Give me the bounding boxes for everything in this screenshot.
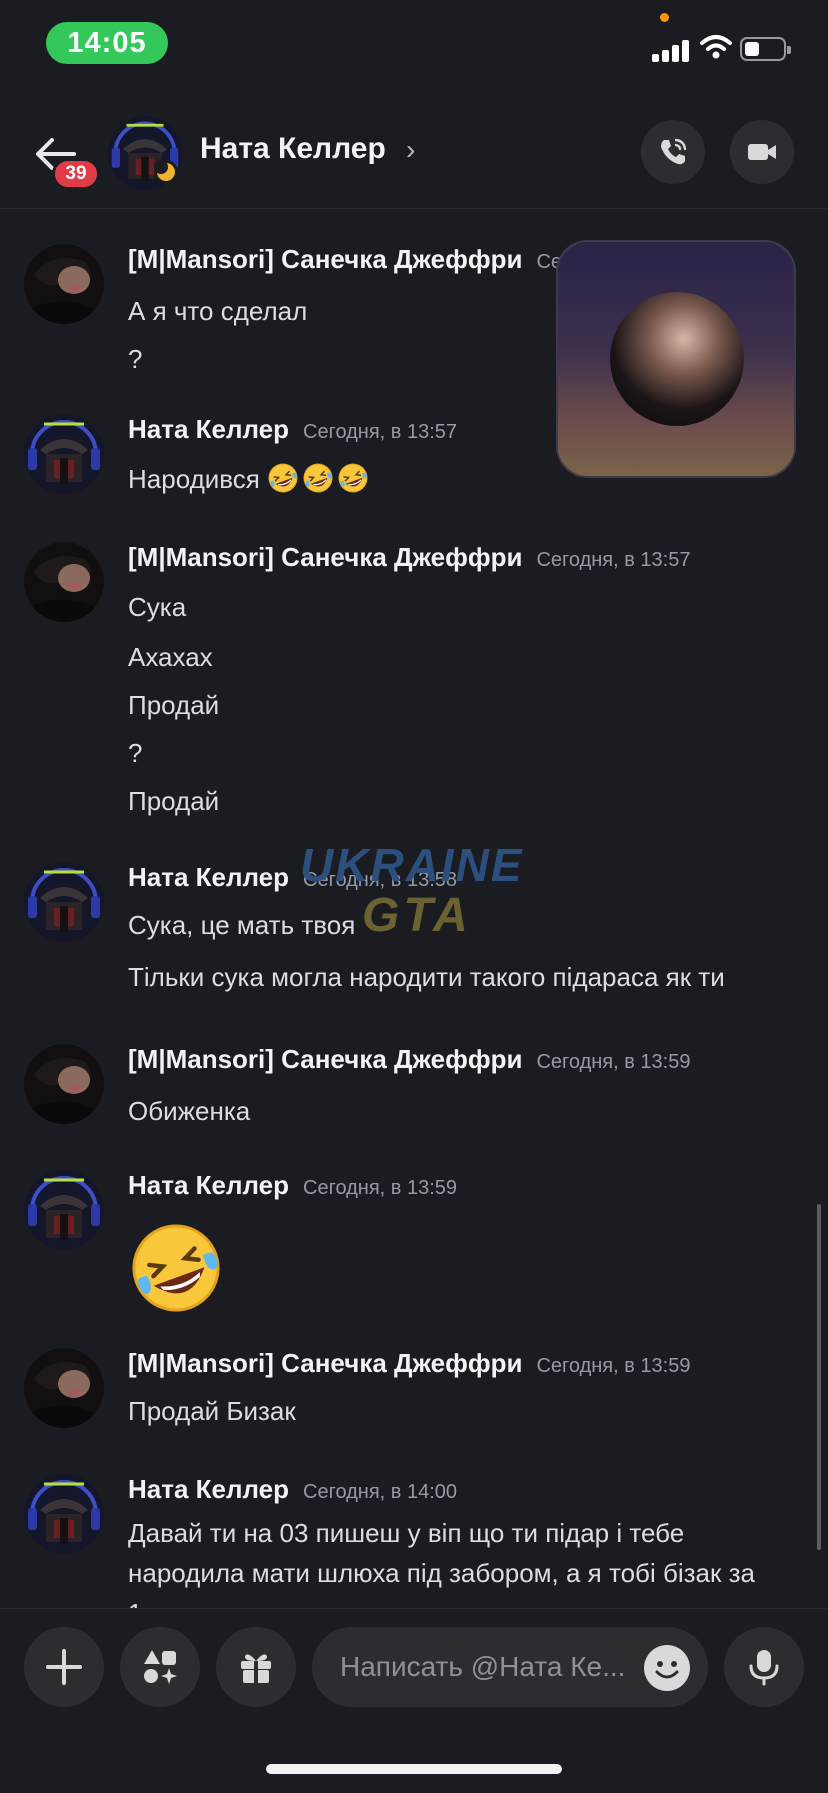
call-pip-window[interactable] [556, 240, 796, 478]
laughing-emoji-icon [337, 462, 369, 494]
message-timestamp: Сегодня, в 14:00 [303, 1481, 458, 1503]
scrollbar[interactable] [817, 1204, 821, 1550]
apps-icon [144, 1650, 177, 1684]
avatar[interactable] [24, 1474, 104, 1554]
wifi-icon [700, 35, 732, 59]
emoji-icon [655, 1661, 679, 1679]
message-text: Продай Бизак [128, 1396, 296, 1426]
battery-icon [740, 37, 791, 61]
message-author[interactable]: [M|Mansori] Санечка Джеффри Сегодня, в 13… [128, 542, 690, 573]
message-author[interactable]: Ната Келлер Сегодня, в 14:00 [128, 1474, 457, 1505]
message-text: Давай ти на 03 пишеш у віп що ти підар і… [128, 1518, 685, 1548]
message-timestamp: Сегодня, в 13:57 [303, 421, 458, 443]
voice-call-icon [661, 138, 687, 165]
message-author[interactable]: Ната Келлер Сегодня, в 13:59 [128, 1170, 457, 1201]
message-timestamp: Сегодня, в 13:57 [536, 549, 691, 571]
laughing-emoji-icon [267, 462, 299, 494]
message-text: ? [128, 344, 143, 374]
header-title[interactable]: Ната Келлер [200, 132, 386, 166]
avatar[interactable] [24, 862, 104, 942]
unread-badge: 39 [52, 158, 100, 190]
voice-call-button[interactable] [641, 120, 705, 184]
home-indicator[interactable] [266, 1764, 562, 1774]
avatar[interactable] [24, 1348, 104, 1428]
voice-message-button[interactable] [724, 1627, 804, 1707]
signal-icon [652, 38, 692, 62]
message-author[interactable]: [M|Mansori] Санечка Джеффри Се [128, 244, 562, 275]
privacy-indicator-dot [660, 13, 669, 22]
message-text: Тільки сука могла народити такого підара… [128, 962, 725, 992]
avatar[interactable] [24, 1044, 104, 1124]
idle-status-icon [154, 160, 178, 184]
avatar[interactable] [24, 1170, 104, 1250]
message-text: Продай [128, 690, 220, 720]
message-text: 1грн [128, 1598, 181, 1608]
chevron-right-icon[interactable]: › [406, 134, 415, 166]
plus-icon [46, 1649, 82, 1685]
laughing-emoji-icon [128, 1220, 224, 1316]
message-text: А я что сделал [128, 296, 308, 326]
message-author[interactable]: Ната Келлер Сегодня, в 13:57 [128, 414, 457, 445]
apps-button[interactable] [120, 1627, 200, 1707]
avatar[interactable] [24, 244, 104, 324]
message-text: народила мати шлюха під забором, а я тоб… [128, 1558, 755, 1588]
message-input[interactable]: Написать @Ната Ке... [312, 1627, 708, 1707]
avatar[interactable] [24, 542, 104, 622]
message-text: Сука [128, 592, 187, 622]
message-text: Народився [128, 462, 372, 495]
status-bar: 14:05 [0, 0, 828, 90]
status-time: 14:05 [46, 22, 168, 64]
message-text: Сука, це мать твоя [128, 910, 356, 940]
message-text: Обиженка [128, 1096, 251, 1126]
message-author[interactable]: [M|Mansori] Санечка Джеффри Сегодня, в 13… [128, 1044, 690, 1075]
gift-button[interactable] [216, 1627, 296, 1707]
message-timestamp: Сегодня, в 13:59 [303, 1177, 458, 1199]
avatar[interactable] [24, 414, 104, 494]
video-call-icon [748, 144, 776, 160]
add-attachment-button[interactable] [24, 1627, 104, 1707]
message-author[interactable]: Ната Келлер Сегодня, в 13:58 [128, 862, 457, 893]
emoji-button[interactable] [644, 1645, 690, 1691]
message-timestamp: Сегодня, в 13:59 [536, 1051, 691, 1073]
message-timestamp: Сегодня, в 13:59 [536, 1355, 691, 1377]
message-text: ? [128, 738, 143, 768]
microphone-icon [749, 1650, 779, 1686]
gift-icon [241, 1654, 271, 1683]
message-text: Ахахах [128, 642, 213, 672]
message-input-placeholder: Написать @Ната Ке... [340, 1651, 626, 1682]
message-author[interactable]: [M|Mansori] Санечка Джеффри Сегодня, в 13… [128, 1348, 690, 1379]
chat-header: 39 Ната Келлер › [0, 100, 828, 209]
message-text: Продай [128, 786, 220, 816]
video-call-button[interactable] [730, 120, 794, 184]
laughing-emoji-icon [302, 462, 334, 494]
call-participant-avatar [610, 292, 744, 426]
message-timestamp: Сегодня, в 13:58 [303, 869, 458, 891]
